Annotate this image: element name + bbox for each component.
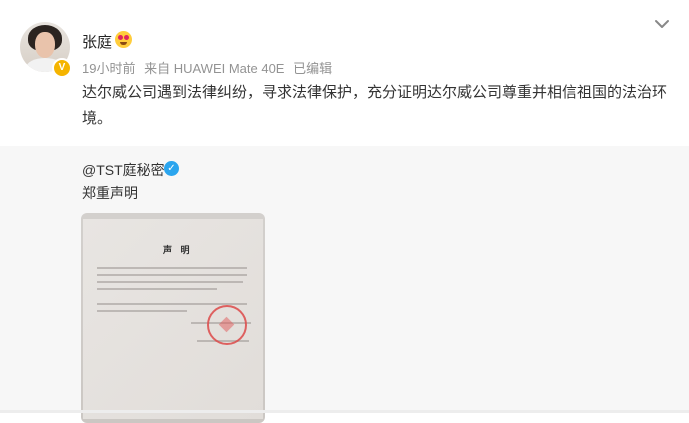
post-text: 达尔威公司遇到法律纠纷，寻求法律保护，充分证明达尔威公司尊重并相信祖国的法治环境… bbox=[82, 84, 668, 127]
blue-v-badge-icon: ✓ bbox=[164, 161, 179, 176]
reposted-content[interactable]: @TST庭秘密 ✓ 郑重声明 声 明 bbox=[0, 146, 689, 423]
statement-title: 声 明 bbox=[163, 245, 193, 255]
repost-text: 郑重声明 bbox=[82, 185, 138, 201]
post-source: 来自 HUAWEI Mate 40E bbox=[144, 61, 285, 76]
text-line bbox=[97, 288, 217, 290]
text-line bbox=[97, 310, 187, 312]
text-line bbox=[97, 267, 247, 269]
emoji-heart-eye-left bbox=[118, 35, 123, 40]
author-name[interactable]: 张庭 bbox=[82, 31, 112, 52]
emoji-mouth bbox=[120, 42, 127, 45]
emoji-heart-eye-right bbox=[124, 35, 129, 40]
text-line bbox=[97, 274, 247, 276]
post-time[interactable]: 19小时前 bbox=[82, 61, 135, 76]
love-emoji-icon bbox=[115, 31, 132, 48]
chevron-down-icon[interactable] bbox=[654, 18, 670, 30]
v-badge-icon: V bbox=[52, 58, 72, 78]
red-seal-stamp bbox=[207, 305, 247, 345]
weibo-post: V 张庭 19小时前 来自 HUAWEI Mate 40E 已编辑 达尔威公司遇… bbox=[0, 0, 689, 423]
avatar-face bbox=[35, 32, 55, 58]
text-line bbox=[97, 281, 243, 283]
post-meta: 19小时前 来自 HUAWEI Mate 40E 已编辑 bbox=[82, 58, 337, 77]
statement-image[interactable]: 声 明 bbox=[81, 213, 265, 423]
edited-label[interactable]: 已编辑 bbox=[293, 61, 332, 76]
repost-author[interactable]: @TST庭秘密 bbox=[82, 160, 165, 180]
statement-paper: 声 明 bbox=[83, 219, 263, 419]
